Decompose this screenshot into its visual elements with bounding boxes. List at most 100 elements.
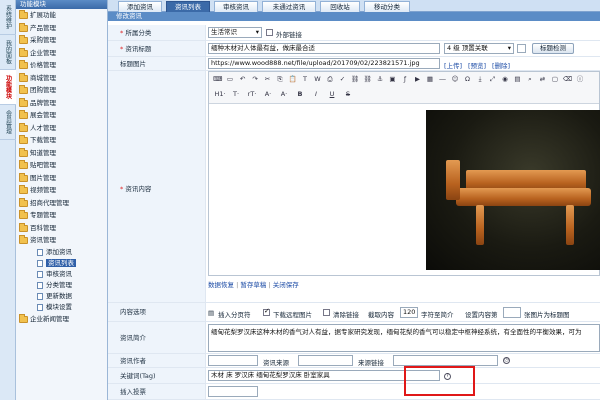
copy-icon[interactable]: ⎘ bbox=[276, 75, 285, 84]
sidebar-item[interactable]: 下载管理 bbox=[16, 134, 107, 147]
sidebar-subitem[interactable]: 更新数据 bbox=[16, 291, 107, 302]
image-url-input[interactable]: https://www.wood888.net/file/upload/2017… bbox=[208, 58, 440, 69]
rail-tab-my-panel[interactable]: 我的面板 bbox=[0, 35, 16, 70]
select-all-icon[interactable]: ▢ bbox=[551, 75, 560, 84]
intro-textarea[interactable]: 缅甸花梨罗汉床这种木材的香气对人有益，据专家研究发现，缅甸花梨的香气可以稳定中枢… bbox=[208, 324, 600, 352]
insert-page-label[interactable]: 插入分页符 bbox=[218, 309, 251, 319]
rail-tab-modules[interactable]: 功能模块 bbox=[0, 70, 16, 105]
preview-icon[interactable]: ◉ bbox=[501, 75, 510, 84]
sidebar-item[interactable]: 团购管理 bbox=[16, 84, 107, 97]
toolbar-format-button[interactable]: B bbox=[293, 90, 307, 99]
source-input[interactable] bbox=[298, 355, 353, 366]
toolbar-format-button[interactable]: rT· bbox=[245, 90, 259, 99]
sidebar-item[interactable]: 招商代理管理 bbox=[16, 197, 107, 210]
toolbar-format-button[interactable]: T· bbox=[229, 90, 243, 99]
replace-icon[interactable]: ⇄ bbox=[538, 75, 547, 84]
sidebar-item[interactable]: 百科管理 bbox=[16, 222, 107, 235]
toolbar-format-button[interactable]: S bbox=[341, 90, 355, 99]
sidebar-item[interactable]: 展会管理 bbox=[16, 109, 107, 122]
sidebar-subitem[interactable]: 添加资讯 bbox=[16, 247, 107, 258]
about-icon[interactable]: ⓘ bbox=[576, 75, 585, 84]
upload-link[interactable]: [上传] bbox=[444, 60, 462, 70]
fullscreen-icon[interactable]: ⤢ bbox=[488, 75, 497, 84]
toolbar-format-button[interactable]: A· bbox=[277, 90, 291, 99]
new-doc-icon[interactable]: ▭ bbox=[226, 75, 235, 84]
smiley-icon[interactable]: ☺ bbox=[451, 75, 460, 84]
sidebar-item[interactable]: 商城管理 bbox=[16, 72, 107, 85]
print-icon[interactable]: ⎙ bbox=[326, 75, 335, 84]
sidebar-item[interactable]: 扩展功能 bbox=[16, 9, 107, 22]
unlink-icon[interactable]: ⛓ bbox=[363, 75, 372, 84]
flash-icon[interactable]: ƒ bbox=[401, 75, 410, 84]
toolbar-format-button[interactable]: I bbox=[309, 90, 323, 99]
tab-move-category[interactable]: 移动分类 bbox=[364, 1, 410, 12]
tab-news-list[interactable]: 资讯列表 bbox=[166, 1, 210, 12]
insert-page-icon[interactable]: ▤ bbox=[208, 309, 214, 317]
tab-rejected-news[interactable]: 未通过资讯 bbox=[262, 1, 316, 12]
sidebar-item[interactable]: 图片管理 bbox=[16, 172, 107, 185]
external-link-checkbox[interactable] bbox=[266, 29, 273, 36]
sidebar-item[interactable]: 价格管理 bbox=[16, 59, 107, 72]
tab-review-news[interactable]: 审核资讯 bbox=[214, 1, 258, 12]
table-icon[interactable]: ▦ bbox=[426, 75, 435, 84]
sidebar-item[interactable]: 资讯管理 bbox=[16, 234, 107, 247]
code-icon[interactable]: ⌨ bbox=[213, 75, 222, 84]
sidebar-item[interactable]: 采购管理 bbox=[16, 34, 107, 47]
undo-icon[interactable]: ↶ bbox=[238, 75, 247, 84]
vote-input[interactable] bbox=[208, 386, 258, 397]
title-check-button[interactable]: 标题检测 bbox=[532, 43, 574, 54]
rail-tab-members[interactable]: 会员管理 bbox=[0, 105, 16, 140]
sidebar-subitem[interactable]: 审核资讯 bbox=[16, 269, 107, 280]
level-select[interactable]: 4 级 顶置关联 ▾ bbox=[444, 43, 514, 54]
image-icon[interactable]: ▣ bbox=[388, 75, 397, 84]
author-input[interactable] bbox=[208, 355, 258, 366]
sidebar-item[interactable]: 企业新闻管理 bbox=[16, 313, 107, 326]
media-icon[interactable]: ▶ bbox=[413, 75, 422, 84]
pagebreak-icon[interactable]: ⤓ bbox=[476, 75, 485, 84]
restore-data-link[interactable]: 数据恢复 bbox=[208, 281, 234, 289]
cut-icon[interactable]: ✂ bbox=[263, 75, 272, 84]
tab-recycle-bin[interactable]: 回收站 bbox=[320, 1, 360, 12]
sidebar-subitem[interactable]: 分类管理 bbox=[16, 280, 107, 291]
paste-text-icon[interactable]: T bbox=[301, 75, 310, 84]
template-icon[interactable]: ▤ bbox=[513, 75, 522, 84]
preview-link[interactable]: [预览] bbox=[468, 60, 486, 70]
spellcheck-icon[interactable]: ✓ bbox=[338, 75, 347, 84]
source-link-input[interactable] bbox=[393, 355, 498, 366]
paste-word-icon[interactable]: W bbox=[313, 75, 322, 84]
hr-icon[interactable]: ― bbox=[438, 75, 447, 84]
download-images-checkbox[interactable] bbox=[263, 307, 270, 316]
toolbar-format-button[interactable]: U bbox=[325, 90, 339, 99]
toolbar-format-button[interactable]: A· bbox=[261, 90, 275, 99]
sidebar-item[interactable]: 人才管理 bbox=[16, 122, 107, 135]
sidebar-item[interactable]: 企业管理 bbox=[16, 47, 107, 60]
title-image-index-input[interactable] bbox=[503, 307, 521, 318]
color-picker-icon[interactable] bbox=[517, 44, 526, 53]
sidebar-item[interactable]: 品牌管理 bbox=[16, 97, 107, 110]
paste-icon[interactable]: 📋 bbox=[288, 75, 297, 84]
sidebar-subitem[interactable]: 资讯列表 bbox=[16, 258, 107, 269]
sidebar-item[interactable]: 视频管理 bbox=[16, 184, 107, 197]
sidebar-item[interactable]: 专题管理 bbox=[16, 209, 107, 222]
remove-format-icon[interactable]: ⌫ bbox=[563, 75, 572, 84]
editor-body[interactable] bbox=[209, 105, 600, 275]
close-save-link[interactable]: 关闭保存 bbox=[273, 281, 299, 289]
anchor-icon[interactable]: ⚓ bbox=[376, 75, 385, 84]
clear-links-checkbox[interactable] bbox=[323, 309, 330, 316]
find-icon[interactable]: ⌕ bbox=[526, 75, 535, 84]
title-input[interactable]: 缅种木材对人体最有益，做床最合适 bbox=[208, 43, 440, 54]
redo-icon[interactable]: ↷ bbox=[251, 75, 260, 84]
tab-add-news[interactable]: 添加资讯 bbox=[118, 1, 162, 12]
special-char-icon[interactable]: Ω bbox=[463, 75, 472, 84]
delete-link[interactable]: [删除] bbox=[492, 60, 510, 70]
sidebar-subitem[interactable]: 模块设置 bbox=[16, 302, 107, 313]
link-icon[interactable]: ⛓ bbox=[351, 75, 360, 84]
sidebar-item[interactable]: 产品管理 bbox=[16, 22, 107, 35]
category-select[interactable]: 生活常识 ▾ bbox=[208, 27, 262, 38]
intro-count-input[interactable]: 120 bbox=[400, 307, 418, 318]
sidebar-item[interactable]: 知道管理 bbox=[16, 147, 107, 160]
sidebar-item[interactable]: 贴吧管理 bbox=[16, 159, 107, 172]
toolbar-format-button[interactable]: H1· bbox=[213, 90, 227, 99]
save-draft-link[interactable]: 暂存草稿 bbox=[240, 281, 266, 289]
rail-tab-system[interactable]: 系统维护 bbox=[0, 0, 16, 35]
